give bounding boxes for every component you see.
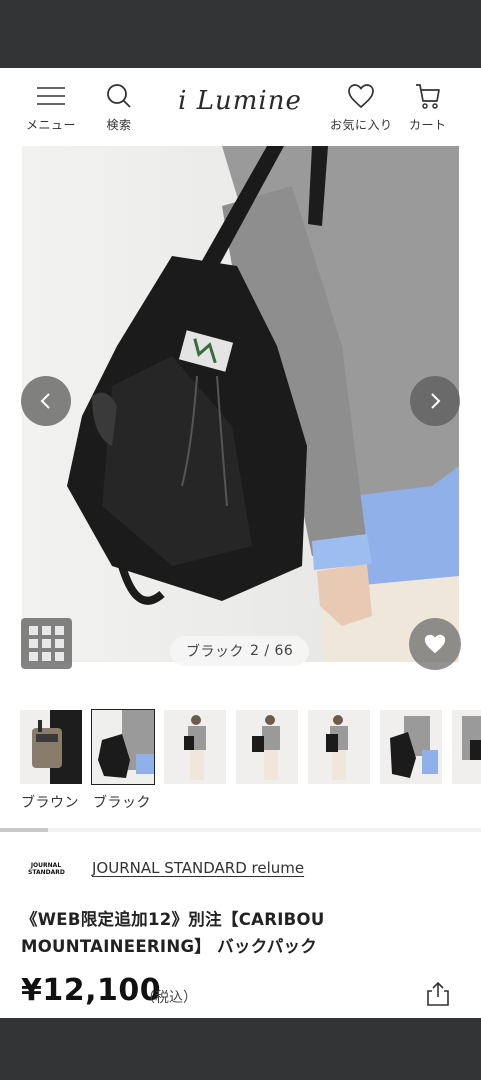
cart-button[interactable]: カート <box>409 80 447 133</box>
status-bar <box>0 0 481 68</box>
thumbnail-5[interactable] <box>308 710 370 784</box>
grid-icon <box>29 626 38 635</box>
cart-label: カート <box>409 118 447 132</box>
menu-button[interactable]: メニュー <box>26 80 76 133</box>
grid-view-button[interactable] <box>21 618 72 669</box>
share-button[interactable] <box>422 978 454 1010</box>
main-product-image[interactable] <box>22 146 459 662</box>
brand-logo[interactable]: JOURNAL STANDARD <box>28 862 65 876</box>
thumbnail-strip[interactable]: ブラウン ブラック <box>0 708 481 820</box>
favorites-label: お気に入り <box>330 118 393 132</box>
thumbnail-4[interactable] <box>236 710 298 784</box>
thumbnail-3[interactable] <box>164 710 226 784</box>
search-icon <box>106 80 132 112</box>
thumbnail-7[interactable] <box>452 710 481 784</box>
search-button[interactable]: 検索 <box>106 80 132 133</box>
tax-note: （税込） <box>141 990 197 1006</box>
product-name-line-1: 《WEB限定追加12》別注【CARIBOU <box>21 910 325 929</box>
heart-icon <box>347 80 375 112</box>
thumbnail-6[interactable] <box>380 710 442 784</box>
brand-link[interactable]: JOURNAL STANDARD relume <box>92 859 304 877</box>
heart-filled-icon <box>424 634 446 654</box>
product-name: 《WEB限定追加12》別注【CARIBOU MOUNTAINEERING】 バッ… <box>21 906 351 960</box>
prev-image-button[interactable] <box>21 376 71 426</box>
menu-label: メニュー <box>26 118 77 132</box>
site-header: メニュー 検索 i Lumine お気に入り カート <box>0 68 481 146</box>
site-logo[interactable]: i Lumine <box>170 86 310 116</box>
thumbnail-scroll-track[interactable] <box>0 828 481 832</box>
product-photo <box>22 146 459 662</box>
add-favorite-button[interactable] <box>409 618 461 670</box>
thumbnail-brown[interactable] <box>20 710 82 784</box>
next-image-button[interactable] <box>410 376 460 426</box>
chevron-left-icon <box>40 393 50 409</box>
favorites-button[interactable]: お気に入り <box>330 80 393 133</box>
chevron-right-icon <box>431 393 441 409</box>
thumbnail-label-brown: ブラウン <box>21 795 79 811</box>
system-nav-bar <box>0 1018 481 1080</box>
cart-icon <box>414 80 442 112</box>
thumbnail-scroll-thumb[interactable] <box>0 828 48 832</box>
color-name: ブラック <box>186 644 244 660</box>
menu-icon <box>37 80 65 112</box>
share-icon <box>427 981 449 1006</box>
image-position: 2 / 66 <box>250 643 294 659</box>
product-name-line-2: MOUNTAINEERING】 バックパック <box>21 937 318 956</box>
search-label: 検索 <box>106 118 132 132</box>
thumbnail-label-black: ブラック <box>93 795 151 811</box>
image-counter: ブラック 2 / 66 <box>170 636 310 666</box>
thumbnail-black[interactable] <box>91 709 155 785</box>
